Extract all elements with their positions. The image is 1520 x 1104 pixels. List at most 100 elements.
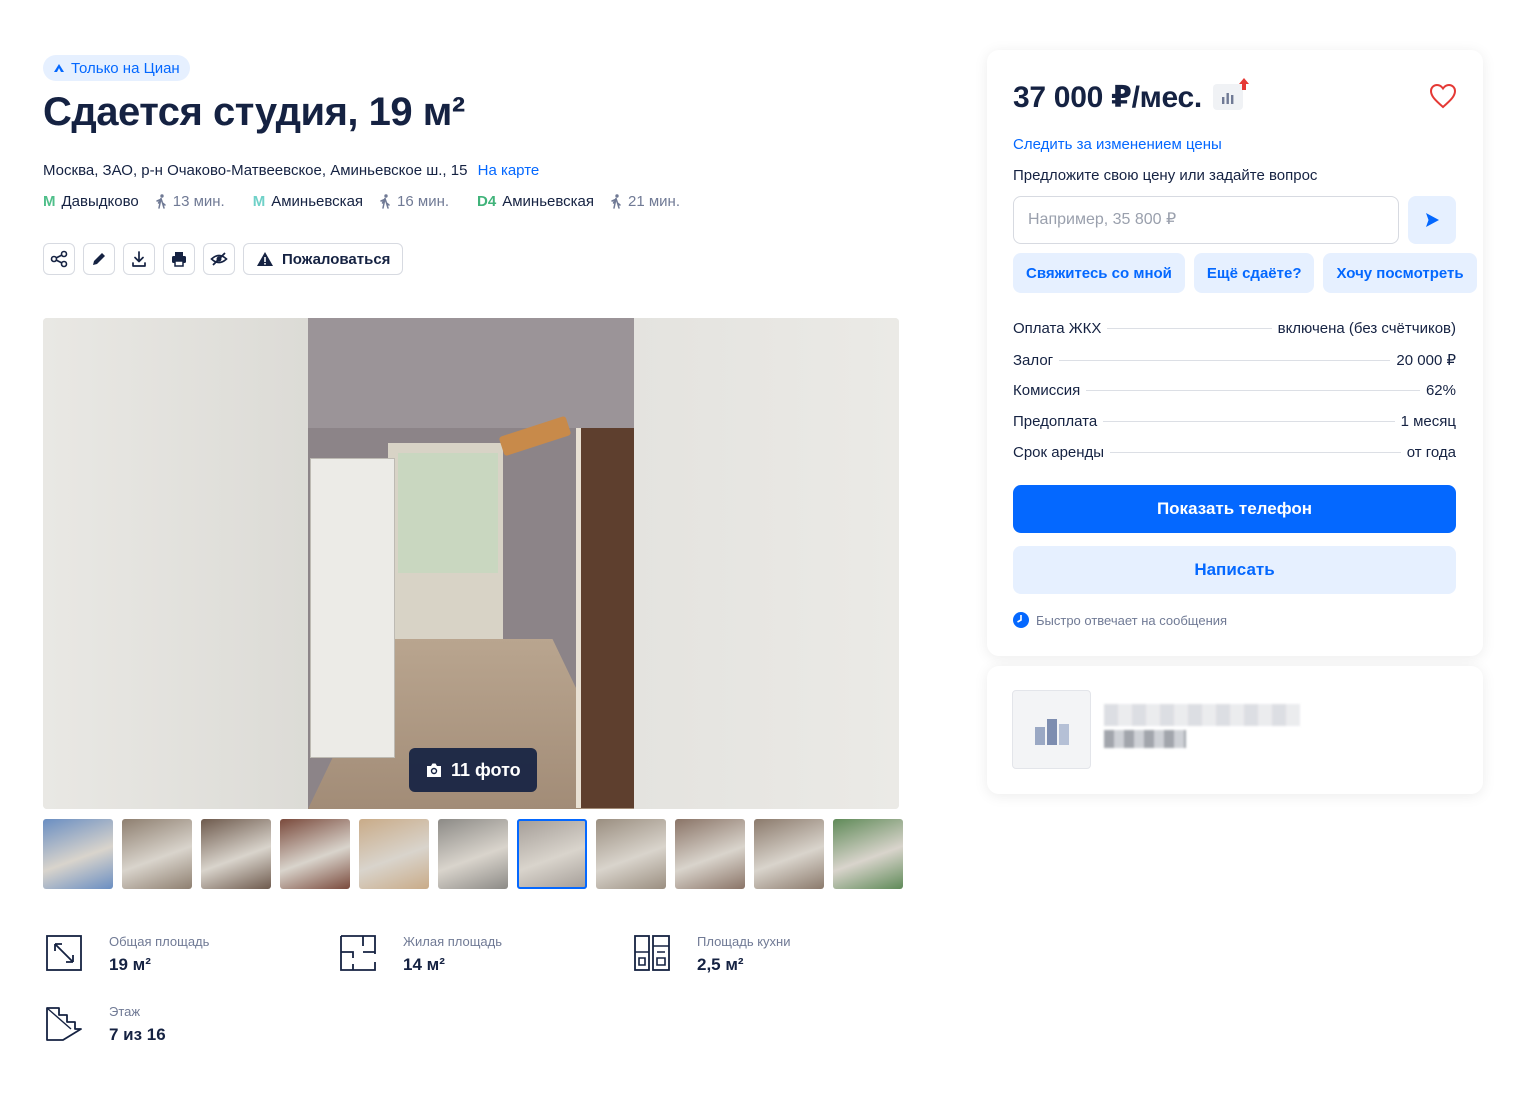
map-link[interactable]: На карте (478, 162, 540, 179)
apartment-photo (308, 318, 634, 809)
print-button[interactable] (163, 243, 195, 275)
thumbnail-strip (43, 819, 903, 889)
action-toolbar: Пожаловаться (43, 243, 404, 275)
quick-reply-chips: Свяжитесь со мной Ещё сдаёте? Хочу посмо… (1013, 253, 1477, 293)
term-value: от года (1406, 444, 1456, 461)
term-label: Оплата ЖКХ (1013, 320, 1102, 337)
share-button[interactable] (43, 243, 75, 275)
address: Москва, ЗАО, р-н Очаково-Матвеевское, Ам… (43, 162, 539, 179)
building-icon (1034, 718, 1069, 745)
metro-station[interactable]: М Давыдково 13 мин. (43, 193, 225, 210)
walk-time-text: 13 мин. (172, 193, 225, 210)
main-photo[interactable]: 11 фото (43, 318, 899, 809)
hide-button[interactable] (203, 243, 235, 275)
thumbnail[interactable] (517, 819, 587, 889)
chip-want-to-view[interactable]: Хочу посмотреть (1323, 253, 1477, 293)
watch-price-link[interactable]: Следить за изменением цены (1013, 136, 1222, 153)
param-floor: Этаж 7 из 16 (43, 1002, 166, 1045)
report-button[interactable]: Пожаловаться (243, 243, 404, 275)
thumbnail[interactable] (43, 819, 113, 889)
photo-count: 11 фото (451, 759, 521, 780)
metro-station[interactable]: D4 Аминьевская 21 мин. (477, 193, 680, 210)
offer-label: Предложите свою цену или задайте вопрос (1013, 167, 1318, 184)
kitchen-icon (634, 935, 670, 971)
metro-station[interactable]: М Аминьевская 16 мин. (253, 193, 449, 210)
param-value: 2,5 м² (697, 955, 744, 974)
param-total-area: Общая площадь 19 м² (43, 932, 209, 975)
share-icon (50, 250, 68, 268)
badge-label: Только на Циан (71, 59, 180, 77)
metro-station-name: Давыдково (61, 193, 139, 210)
term-label: Комиссия (1013, 382, 1081, 399)
term-row: Комиссия 62% (1013, 382, 1456, 413)
warning-icon (257, 252, 273, 266)
photo-blur-left (43, 318, 308, 809)
photo-count-button[interactable]: 11 фото (409, 748, 537, 792)
area-icon (46, 935, 82, 971)
term-row: Срок аренды от года (1013, 444, 1456, 475)
walking-icon (380, 194, 390, 209)
thumbnail[interactable] (201, 819, 271, 889)
thumbnail[interactable] (675, 819, 745, 889)
offer-input[interactable] (1013, 196, 1399, 244)
thumbnail[interactable] (359, 819, 429, 889)
clock-icon (1013, 612, 1029, 628)
term-value: 1 месяц (1400, 413, 1456, 430)
download-icon (132, 251, 146, 267)
camera-icon (427, 763, 441, 777)
param-label: Площадь кухни (697, 934, 791, 949)
living-area-icon (340, 935, 376, 971)
term-value: 62% (1425, 382, 1456, 399)
agent-card[interactable] (987, 666, 1483, 794)
term-label: Срок аренды (1013, 444, 1105, 461)
metro-station-name: Аминьевская (502, 193, 595, 210)
term-label: Залог (1013, 352, 1054, 369)
walking-icon (155, 194, 166, 209)
price-history-button[interactable] (1213, 78, 1249, 110)
agent-name-blurred (1104, 704, 1300, 726)
eye-off-icon (210, 252, 228, 266)
send-arrow-icon (1426, 213, 1439, 227)
thumbnail[interactable] (596, 819, 666, 889)
thumbnail[interactable] (122, 819, 192, 889)
term-value: 20 000 ₽ (1396, 352, 1456, 369)
photo-blur-right (634, 318, 899, 809)
param-value: 19 м² (109, 955, 151, 974)
chip-still-renting[interactable]: Ещё сдаёте? (1193, 253, 1315, 293)
only-on-cian-badge: Только на Циан (43, 55, 190, 81)
walk-time-text: 16 мин. (397, 193, 450, 210)
term-label: Предоплата (1013, 413, 1098, 430)
note-button[interactable] (83, 243, 115, 275)
metro-line-icon: М (252, 193, 266, 210)
show-phone-button[interactable]: Показать телефон (1013, 485, 1456, 533)
pencil-icon (93, 253, 105, 265)
fast-reply-note: Быстро отвечает на сообщения (1013, 612, 1227, 628)
param-value: 14 м² (403, 955, 445, 974)
walk-time: 21 мин. (610, 193, 680, 210)
favorite-button[interactable] (1427, 80, 1459, 112)
send-offer-button[interactable] (1408, 196, 1456, 244)
price: 37 000 ₽/мес. (1013, 81, 1202, 114)
thumbnail[interactable] (438, 819, 508, 889)
chip-contact-me[interactable]: Свяжитесь со мной (1013, 253, 1185, 293)
price-card: 37 000 ₽/мес. Следить за изменением цены… (987, 50, 1483, 656)
param-label: Общая площадь (109, 934, 210, 949)
term-row: Оплата ЖКХ включена (без счётчиков) (1013, 320, 1456, 351)
rental-terms: Оплата ЖКХ включена (без счётчиков) Залог… (1013, 320, 1456, 475)
term-value: включена (без счётчиков) (1277, 320, 1456, 337)
fast-reply-text: Быстро отвечает на сообщения (1036, 612, 1228, 628)
metro-station-name: Аминьевская (271, 193, 364, 210)
param-living-area: Жилая площадь 14 м² (337, 932, 502, 975)
agent-logo (1012, 690, 1091, 769)
printer-icon (172, 252, 186, 267)
walk-time-text: 21 мин. (628, 193, 681, 210)
thumbnail[interactable] (754, 819, 824, 889)
walking-icon (611, 194, 621, 209)
param-value: 7 из 16 (109, 1025, 166, 1044)
thumbnail[interactable] (833, 819, 903, 889)
write-message-button[interactable]: Написать (1013, 546, 1456, 594)
thumbnail[interactable] (280, 819, 350, 889)
d4-line-icon: D4 (477, 193, 497, 210)
download-button[interactable] (123, 243, 155, 275)
cian-logo-icon (54, 64, 64, 72)
